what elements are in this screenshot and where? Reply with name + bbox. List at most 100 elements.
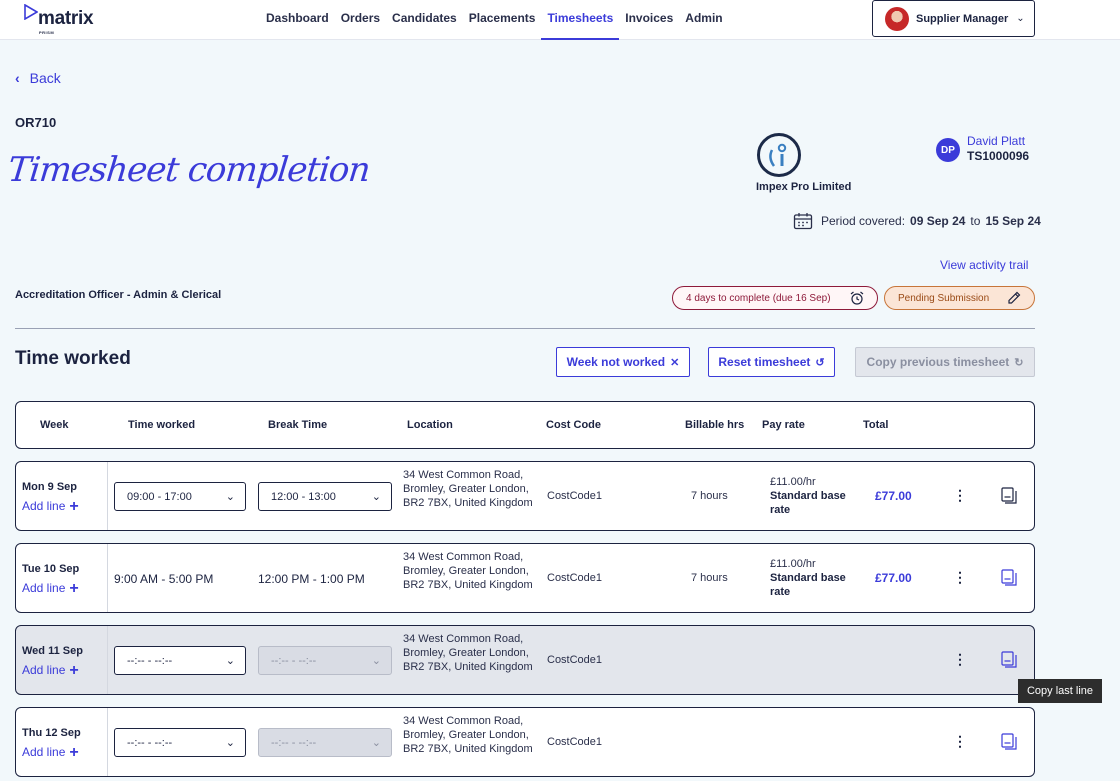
calendar-icon: [793, 213, 813, 230]
table-row: Mon 9 Sep Add line + 09:00 - 17:00 ⌄ 12:00…: [15, 461, 1035, 531]
user-avatar: [885, 6, 909, 31]
time-worked-select[interactable]: 09:00 - 17:00 ⌄: [114, 482, 246, 511]
week-not-worked-button[interactable]: Week not worked ✕: [556, 347, 690, 377]
day-cell: Wed 11 Sep Add line +: [16, 626, 108, 694]
back-label: Back: [29, 70, 61, 86]
break-time-value: 12:00 PM - 1:00 PM: [258, 572, 365, 586]
more-options-icon[interactable]: ⋮: [953, 569, 967, 586]
nav-admin[interactable]: Admin: [679, 0, 728, 40]
user-role-label: Supplier Manager: [916, 12, 1009, 25]
view-activity-trail-link[interactable]: View activity trail: [940, 258, 1028, 272]
company-logo: [757, 133, 801, 177]
time-worked-select[interactable]: --:-- - --:-- ⌄: [114, 646, 246, 675]
column-header-pay-rate: Pay rate: [762, 419, 805, 431]
plus-icon: +: [69, 744, 79, 761]
more-options-icon[interactable]: ⋮: [953, 487, 967, 504]
chevron-down-icon: ⌄: [1016, 13, 1025, 24]
break-time-select[interactable]: --:-- - --:-- ⌄: [258, 646, 392, 675]
row-total: £77.00: [875, 489, 912, 503]
add-line-button[interactable]: Add line +: [22, 744, 79, 762]
logo-text: matrix: [38, 8, 94, 29]
reset-timesheet-label: Reset timesheet: [718, 355, 811, 369]
table-row: Tue 10 Sep Add line + 9:00 AM - 5:00 PM 1…: [15, 543, 1035, 613]
order-id: OR710: [15, 115, 57, 130]
plus-icon: +: [69, 580, 79, 597]
row-location: 34 West Common Road, Bromley, Greater Lo…: [403, 633, 533, 673]
alarm-clock-icon: [850, 291, 864, 305]
refresh-icon: ↻: [1014, 356, 1024, 369]
table-row: Wed 11 Sep Add line + --:-- - --:-- ⌄ --:-…: [15, 625, 1035, 695]
copy-previous-timesheet-button[interactable]: Copy previous timesheet ↻: [855, 347, 1035, 377]
column-header-cost-code: Cost Code: [546, 419, 601, 431]
nav-candidates[interactable]: Candidates: [386, 0, 463, 40]
user-menu-button[interactable]: Supplier Manager ⌄: [872, 0, 1035, 37]
status-badge: Pending Submission: [884, 286, 1035, 310]
status-badge-label: Pending Submission: [898, 292, 990, 304]
nav-invoices[interactable]: Invoices: [619, 0, 679, 40]
due-badge: 4 days to complete (due 16 Sep): [672, 286, 878, 310]
worker-id: TS1000096: [967, 149, 1030, 163]
pencil-icon: [1008, 291, 1021, 304]
row-cost-code: CostCode1: [547, 654, 603, 666]
copy-previous-label: Copy previous timesheet: [866, 355, 1010, 369]
add-line-label: Add line: [22, 499, 66, 513]
due-badge-label: 4 days to complete (due 16 Sep): [686, 292, 831, 304]
chevron-down-icon: ⌄: [225, 491, 235, 503]
row-day: Thu 12 Sep: [22, 727, 81, 739]
reset-timesheet-button[interactable]: Reset timesheet ↺: [708, 347, 835, 377]
column-header-total: Total: [863, 419, 889, 431]
add-line-button[interactable]: Add line +: [22, 662, 79, 680]
period-label: Period covered:: [821, 214, 906, 228]
more-options-icon[interactable]: ⋮: [953, 733, 967, 750]
break-time-select[interactable]: 12:00 - 13:00 ⌄: [258, 482, 392, 511]
row-location: 34 West Common Road, Bromley, Greater Lo…: [403, 715, 533, 755]
plus-icon: +: [69, 662, 79, 679]
column-header-time-worked: Time worked: [128, 419, 196, 431]
row-pay-rate: £11.00/hr Standard base rate: [770, 557, 860, 599]
pay-rate-type: Standard base rate: [770, 490, 846, 516]
pay-rate-type: Standard base rate: [770, 572, 846, 598]
add-line-button[interactable]: Add line +: [22, 498, 79, 516]
row-billable-hours: 7 hours: [691, 490, 728, 502]
copy-line-icon[interactable]: [1001, 569, 1017, 586]
row-billable-hours: 7 hours: [691, 572, 728, 584]
page-title: Timesheet completion: [5, 150, 372, 190]
logo-subtext: PRISM: [39, 30, 55, 35]
nav-timesheets[interactable]: Timesheets: [541, 0, 620, 40]
table-row: Thu 12 Sep Add line + --:-- - --:-- ⌄ --:-…: [15, 707, 1035, 777]
add-line-button[interactable]: Add line +: [22, 580, 79, 598]
chevron-down-icon: ⌄: [371, 655, 381, 667]
nav-placements[interactable]: Placements: [463, 0, 542, 40]
top-navbar: matrix PRISM Dashboard Orders Candidates…: [0, 0, 1120, 40]
column-header-location: Location: [407, 419, 453, 431]
break-time-value: --:-- - --:--: [271, 736, 317, 749]
add-line-label: Add line: [22, 745, 66, 759]
break-time-value: 12:00 - 13:00: [271, 490, 336, 503]
add-line-label: Add line: [22, 663, 66, 677]
time-worked-select[interactable]: --:-- - --:-- ⌄: [114, 728, 246, 757]
row-day: Wed 11 Sep: [22, 645, 83, 657]
more-options-icon[interactable]: ⋮: [953, 651, 967, 668]
copy-last-line-tooltip: Copy last line: [1018, 679, 1102, 703]
section-divider: [15, 328, 1035, 329]
nav-dashboard[interactable]: Dashboard: [260, 0, 335, 40]
back-link[interactable]: ‹ Back: [15, 70, 61, 86]
break-time-value: --:-- - --:--: [271, 654, 317, 667]
copy-line-icon[interactable]: [1001, 487, 1017, 504]
pay-rate-value: £11.00/hr: [770, 476, 816, 488]
week-not-worked-label: Week not worked: [566, 355, 666, 369]
plus-icon: +: [69, 498, 79, 515]
row-day: Tue 10 Sep: [22, 563, 80, 575]
chevron-down-icon: ⌄: [371, 491, 381, 503]
reset-icon: ↺: [815, 356, 825, 369]
timesheet-table-header: Week Time worked Break Time Location Cos…: [15, 401, 1035, 449]
worker-name-link[interactable]: David Platt: [967, 134, 1025, 148]
copy-line-icon[interactable]: [1001, 733, 1017, 750]
play-triangle-icon: [24, 4, 38, 20]
section-title: Time worked: [15, 348, 131, 369]
day-cell: Thu 12 Sep Add line +: [16, 708, 108, 776]
break-time-select[interactable]: --:-- - --:-- ⌄: [258, 728, 392, 757]
row-cost-code: CostCode1: [547, 572, 603, 584]
nav-orders[interactable]: Orders: [335, 0, 386, 40]
copy-line-icon[interactable]: [1001, 651, 1017, 668]
